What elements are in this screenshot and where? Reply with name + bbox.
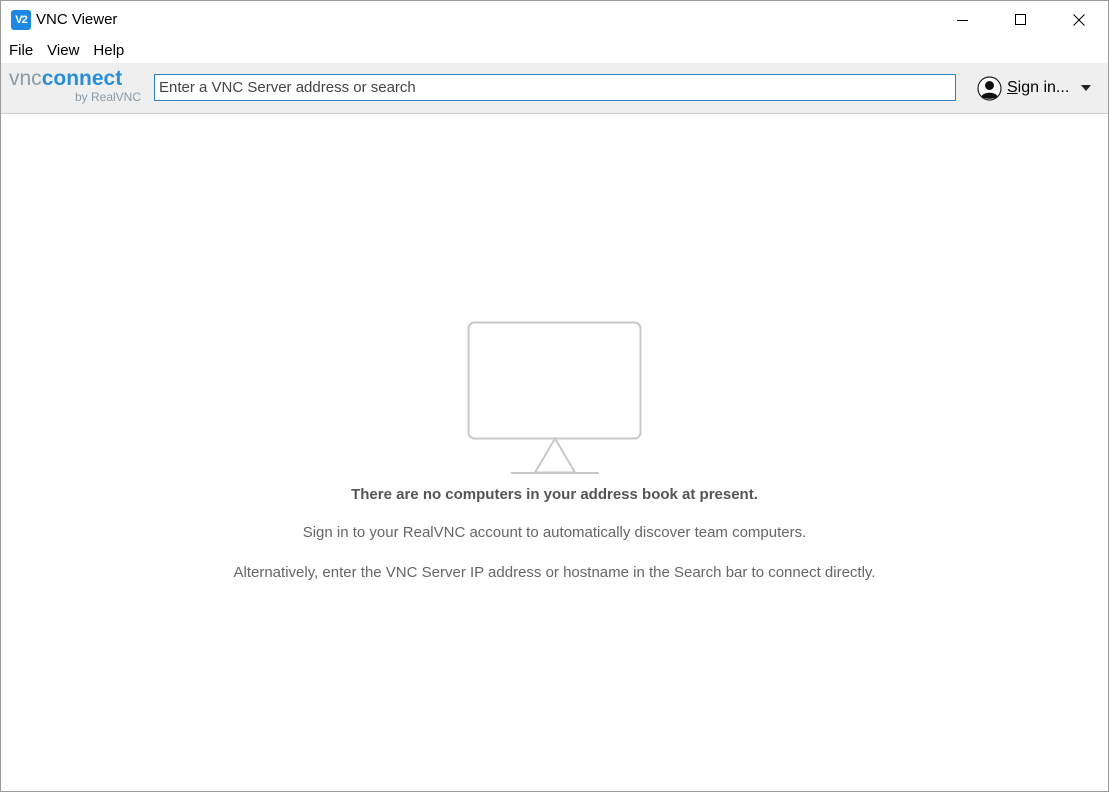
- vnc-viewer-window: V2 VNC Viewer File View Help vncconnect …: [0, 0, 1109, 792]
- logo-vnc-text: vnc: [9, 67, 42, 90]
- logo-connect-text: connect: [41, 67, 123, 90]
- menu-bar: File View Help: [1, 38, 1108, 63]
- sign-in-rest: ign in...: [1017, 79, 1070, 96]
- address-book-area: There are no computers in your address b…: [1, 114, 1108, 791]
- window-title: VNC Viewer: [36, 11, 118, 28]
- sign-in-mnemonic: S: [1007, 79, 1018, 96]
- maximize-button[interactable]: [992, 1, 1050, 38]
- menu-view[interactable]: View: [39, 38, 87, 63]
- search-box[interactable]: [154, 74, 956, 101]
- empty-state-signin-hint: Sign in to your RealVNC account to autom…: [302, 524, 807, 541]
- app-icon: V2: [11, 10, 31, 30]
- chevron-down-icon[interactable]: [1081, 85, 1092, 91]
- empty-state-search-hint: Alternatively, enter the VNC Server IP a…: [233, 564, 876, 581]
- menu-help[interactable]: Help: [85, 38, 132, 63]
- sign-in-button[interactable]: Sign in...: [977, 75, 1092, 101]
- monitor-icon: [467, 321, 642, 474]
- close-icon: [1073, 13, 1085, 26]
- toolbar: vncconnect by RealVNC Sign in...: [1, 63, 1108, 114]
- minimize-icon: [957, 19, 968, 21]
- close-button[interactable]: [1050, 1, 1108, 38]
- logo-wordmark: vncconnect: [9, 68, 122, 90]
- menu-file[interactable]: File: [1, 38, 41, 63]
- vnc-connect-logo: vncconnect by RealVNC: [9, 68, 145, 105]
- maximize-icon: [1015, 13, 1026, 25]
- sign-in-label: Sign in...: [1007, 79, 1069, 97]
- empty-state-title: There are no computers in your address b…: [351, 486, 758, 503]
- search-input[interactable]: [155, 75, 955, 100]
- logo-byline: by RealVNC: [74, 90, 141, 104]
- user-avatar-icon: [977, 75, 1002, 101]
- minimize-button[interactable]: [934, 1, 992, 38]
- title-bar[interactable]: V2 VNC Viewer: [1, 1, 1108, 38]
